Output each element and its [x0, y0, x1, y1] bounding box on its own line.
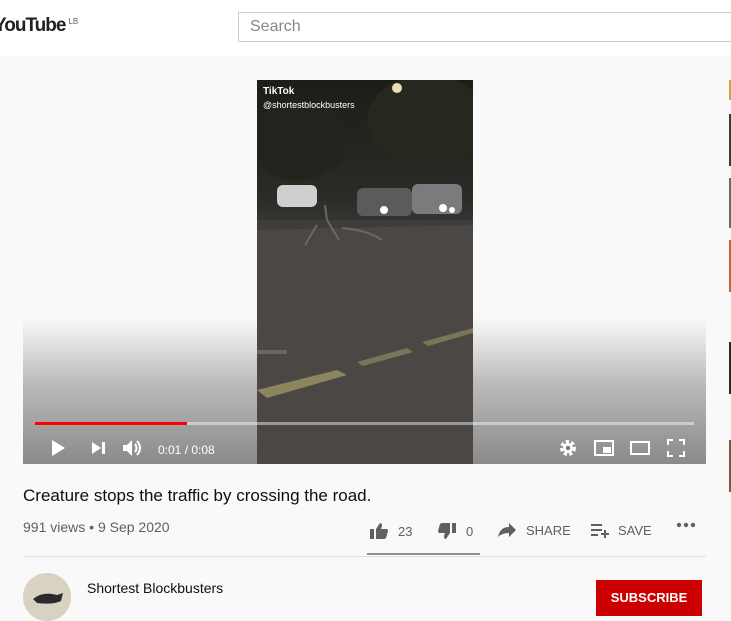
time-duration: 0:08: [191, 443, 215, 457]
region-code: LB: [68, 17, 79, 26]
save-button[interactable]: SAVE: [590, 522, 652, 538]
theater-mode-button[interactable]: [628, 436, 652, 460]
more-horizontal-icon: [676, 522, 696, 528]
logo-text: YouTube: [0, 15, 66, 36]
like-count: 23: [398, 523, 413, 539]
playlist-add-icon: [591, 524, 609, 538]
avatar-image: [23, 573, 71, 621]
video-meta: 991 views • 9 Sep 2020: [23, 519, 170, 535]
channel-name[interactable]: Shortest Blockbusters: [87, 580, 223, 596]
fullscreen-icon: [667, 439, 685, 457]
volume-icon: [123, 440, 141, 456]
progress-played: [35, 422, 187, 425]
time-current: 0:01: [158, 443, 182, 457]
dislike-count: 0: [466, 523, 474, 539]
share-button[interactable]: SHARE: [497, 522, 571, 538]
time-display: 0:01 / 0:08: [158, 443, 215, 457]
next-button[interactable]: [87, 436, 111, 460]
video-title: Creature stops the traffic by crossing t…: [23, 486, 372, 505]
divider: [23, 556, 706, 557]
miniplayer-icon: [594, 440, 614, 456]
tiktok-username: @shortestblockbusters: [263, 100, 355, 110]
settings-button[interactable]: [556, 436, 580, 460]
upload-date: 9 Sep 2020: [97, 519, 170, 535]
fullscreen-button[interactable]: [664, 436, 688, 460]
share-label: SHARE: [526, 522, 571, 538]
thumbs-down-icon: [438, 523, 456, 539]
theater-mode-icon: [630, 441, 650, 455]
volume-button[interactable]: [121, 436, 145, 460]
player-controls: 0:01 / 0:08: [23, 420, 706, 464]
play-button[interactable]: [46, 436, 70, 460]
play-icon: [52, 440, 65, 456]
channel-avatar[interactable]: [23, 573, 71, 621]
video-player[interactable]: TikTok @shortestblockbusters 0:01 / 0:08: [23, 80, 706, 464]
video-scene: [257, 80, 473, 464]
thumbs-up-icon: [370, 523, 388, 539]
view-count: 991 views: [23, 519, 86, 535]
miniplayer-button[interactable]: [592, 436, 616, 460]
video-frame[interactable]: TikTok @shortestblockbusters: [257, 80, 473, 464]
more-actions-button[interactable]: [676, 522, 696, 528]
save-label: SAVE: [618, 522, 652, 538]
subscribe-button[interactable]: SUBSCRIBE: [596, 580, 702, 616]
progress-bar[interactable]: [35, 422, 694, 425]
like-button[interactable]: 23: [369, 522, 412, 540]
skip-next-icon: [92, 442, 105, 454]
sentiment-bar: [367, 553, 480, 555]
search-input[interactable]: Search: [238, 12, 731, 42]
share-icon: [498, 523, 516, 537]
youtube-logo[interactable]: YouTube LB: [0, 15, 78, 37]
dislike-button[interactable]: 0: [437, 522, 473, 540]
tiktok-watermark: TikTok: [263, 86, 295, 97]
masthead: YouTube LB Search: [0, 0, 731, 56]
gear-icon: [560, 440, 576, 456]
meta-separator: •: [89, 519, 95, 535]
